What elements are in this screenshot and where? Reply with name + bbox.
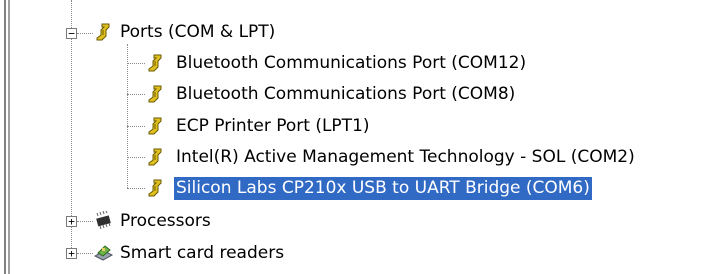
expand-toggle-processors[interactable]: + [66,216,77,227]
port-icon [148,179,162,197]
smart-card-reader-icon [93,245,114,261]
port-icon [148,117,162,135]
tree-connector [127,44,128,188]
tree-connector [127,63,145,64]
processor-chip-icon [96,210,111,230]
tree-connector [127,188,145,189]
tree-item-label: Bluetooth Communications Port (COM12) [176,53,527,73]
expand-toggle-smart-card-readers[interactable]: + [66,248,77,259]
tree-item-label: Silicon Labs CP210x USB to UART Bridge (… [174,177,592,200]
collapse-toggle-ports[interactable]: − [66,28,77,39]
port-icon [96,23,110,41]
device-tree: − Ports (COM & LPT) Bluetooth Communicat… [0,0,704,274]
port-icon [148,148,162,166]
tree-item-label: Smart card readers [120,243,285,263]
tree-item-label: Processors [120,211,211,231]
tree-item-label: Bluetooth Communications Port (COM8) [176,84,516,104]
tree-item-label: Ports (COM & LPT) [120,22,276,42]
port-icon [148,85,162,103]
port-icon [148,54,162,72]
tree-connector [127,126,145,127]
tree-item-label: ECP Printer Port (LPT1) [176,116,370,136]
tree-connector [77,221,93,222]
tree-connector [127,157,145,158]
tree-item-label: Intel(R) Active Management Technology - … [176,147,635,167]
tree-connector [127,94,145,95]
tree-connector [77,253,93,254]
tree-connector [77,33,93,34]
